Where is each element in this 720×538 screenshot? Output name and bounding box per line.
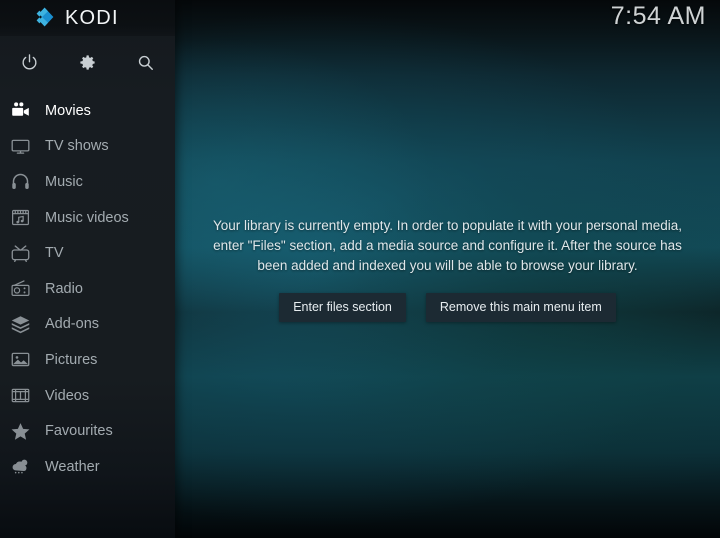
sidebar-item-label: Add-ons: [45, 316, 100, 333]
sidebar-item-videos[interactable]: Videos: [0, 378, 175, 414]
sidebar-item-movies[interactable]: Movies: [0, 93, 175, 129]
sidebar-item-label: Music: [45, 173, 83, 190]
tv-monitor-icon: [7, 134, 33, 158]
filmstrip-icon: [7, 384, 33, 408]
sidebar-item-radio[interactable]: Radio: [0, 271, 175, 307]
sidebar-item-label: Music videos: [45, 209, 129, 226]
sidebar-item-label: Videos: [45, 387, 90, 404]
sidebar: KODI Movies TV shows Music Music videos …: [0, 0, 175, 538]
remove-main-menu-item-button[interactable]: Remove this main menu item: [425, 292, 616, 323]
sidebar-item-weather[interactable]: Weather: [0, 449, 175, 485]
sidebar-item-label: TV shows: [45, 138, 109, 155]
radio-icon: [7, 277, 33, 301]
sidebar-item-label: TV: [45, 245, 64, 262]
sidebar-item-label: Weather: [45, 458, 100, 475]
movie-camera-icon: [7, 99, 33, 123]
sidebar-item-label: Radio: [45, 280, 83, 297]
sidebar-header: KODI: [0, 0, 175, 36]
sidebar-item-tv-shows[interactable]: TV shows: [0, 129, 175, 165]
music-video-icon: [7, 206, 33, 230]
sidebar-item-label: Movies: [45, 102, 91, 119]
sidebar-menu: Movies TV shows Music Music videos TV Ra…: [0, 93, 175, 485]
retro-tv-icon: [7, 241, 33, 265]
sidebar-item-label: Pictures: [45, 351, 98, 368]
sidebar-item-music[interactable]: Music: [0, 164, 175, 200]
kodi-home-screen: 7:54 AM Your library is currently empty.…: [0, 0, 720, 538]
sidebar-item-music-videos[interactable]: Music videos: [0, 200, 175, 236]
sidebar-item-favourites[interactable]: Favourites: [0, 413, 175, 449]
headphones-icon: [7, 170, 33, 194]
power-icon[interactable]: [0, 53, 58, 72]
empty-library-actions: Enter files section Remove this main men…: [175, 292, 720, 323]
picture-icon: [7, 348, 33, 372]
addon-box-icon: [7, 312, 33, 336]
sidebar-item-label: Favourites: [45, 423, 113, 440]
weather-cloud-icon: [7, 455, 33, 479]
sidebar-item-tv[interactable]: TV: [0, 235, 175, 271]
empty-library-message: Your library is currently empty. In orde…: [213, 217, 682, 273]
sidebar-item-add-ons[interactable]: Add-ons: [0, 307, 175, 343]
sidebar-action-row: [0, 44, 175, 80]
search-icon[interactable]: [116, 53, 174, 72]
star-icon: [7, 419, 33, 443]
gear-icon[interactable]: [58, 53, 116, 72]
kodi-logo-icon: [31, 6, 55, 30]
enter-files-section-button[interactable]: Enter files section: [279, 292, 406, 323]
app-wordmark: KODI: [65, 6, 119, 29]
clock: 7:54 AM: [610, 2, 706, 30]
sidebar-item-pictures[interactable]: Pictures: [0, 342, 175, 378]
